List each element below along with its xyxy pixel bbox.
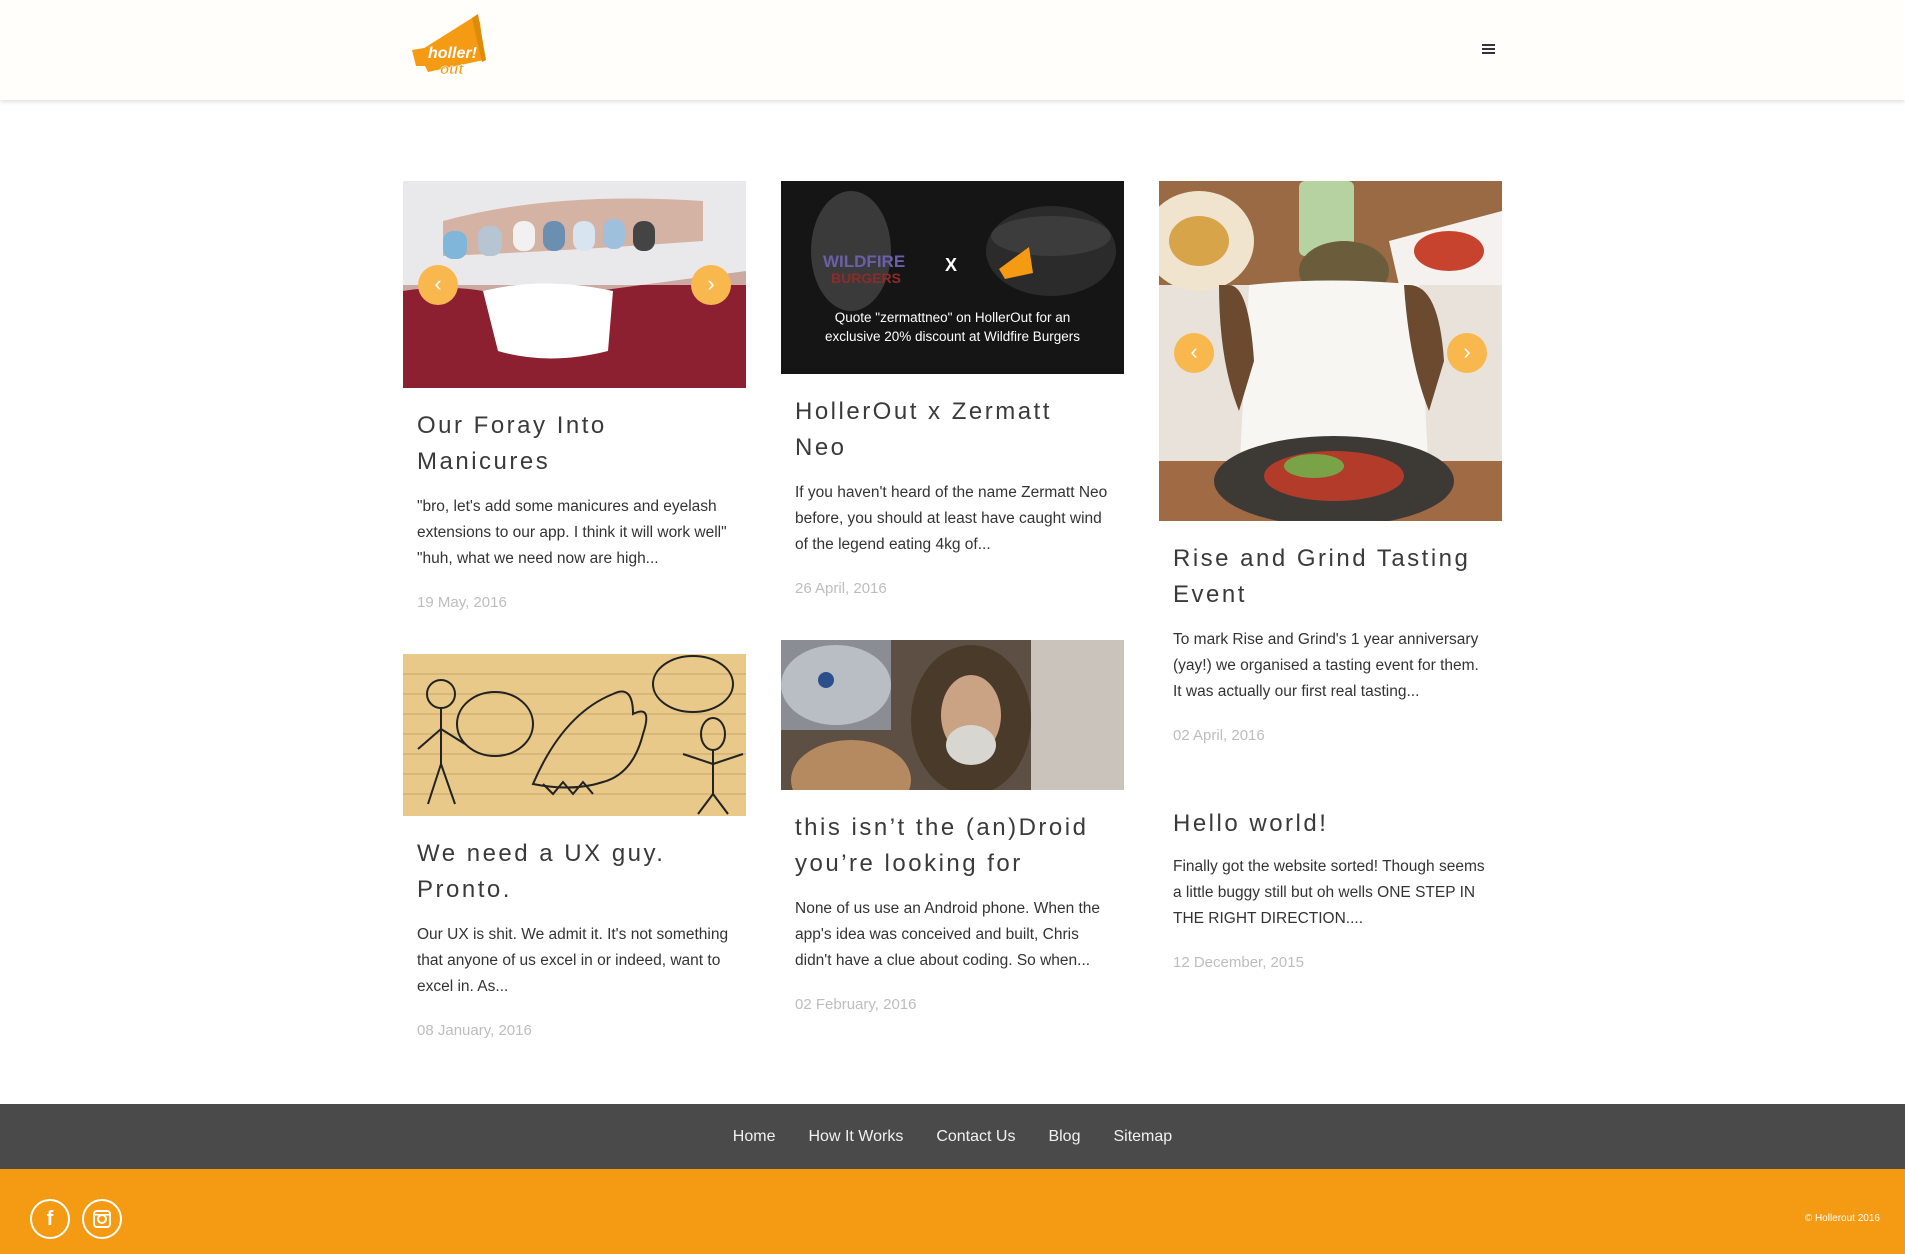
post-card: this isn’t the (an)Droid you’re looking … (781, 640, 1124, 1013)
post-card: Hello world! Finally got the website sor… (1159, 806, 1502, 971)
copyright-text: © Hollerout 2016 (1804, 1213, 1880, 1224)
post-title[interactable]: Our Foray Into Manicures (417, 408, 732, 480)
post-date: 26 April, 2016 (795, 580, 887, 597)
footer-link-blog[interactable]: Blog (1048, 1128, 1080, 1146)
star-wars-droid-image (781, 640, 1124, 790)
promo-caption: Quote "zermattneo" on HollerOut for an e… (824, 310, 1081, 344)
svg-text:BURGERS: BURGERS (831, 270, 901, 286)
post-excerpt: "bro, let's add some manicures and eyela… (417, 498, 727, 567)
post-title[interactable]: HollerOut x Zermatt Neo (795, 394, 1110, 466)
footer-link-home[interactable]: Home (733, 1128, 776, 1146)
post-date: 12 December, 2015 (1173, 954, 1304, 971)
post-date: 19 May, 2016 (417, 594, 507, 611)
footer-link-sitemap[interactable]: Sitemap (1113, 1128, 1172, 1146)
post-date: 02 February, 2016 (795, 996, 917, 1013)
instagram-icon[interactable] (82, 1199, 122, 1239)
carousel-prev-button[interactable]: ‹ (418, 265, 458, 305)
collab-x-label: X (945, 255, 958, 275)
site-header: holler! out (0, 0, 1905, 100)
post-image-carousel: ‹ › (403, 181, 746, 388)
svg-text:holler!: holler! (428, 45, 478, 62)
facebook-icon[interactable]: f (30, 1199, 70, 1239)
hollerout-logo[interactable]: holler! out (410, 10, 492, 78)
post-excerpt: None of us use an Android phone. When th… (795, 900, 1101, 969)
footer-link-contact-us[interactable]: Contact Us (936, 1128, 1015, 1146)
post-title[interactable]: this isn’t the (an)Droid you’re looking … (795, 810, 1110, 882)
post-excerpt: Our UX is shit. We admit it. It's not so… (417, 926, 729, 995)
footer-nav: Home How It Works Contact Us Blog Sitema… (0, 1104, 1905, 1169)
carousel-next-button[interactable]: › (691, 265, 731, 305)
post-date: 08 January, 2016 (417, 1022, 532, 1039)
carousel-prev-button[interactable]: ‹ (1174, 333, 1214, 373)
post-card: WILDFIRE BURGERS X Quote "zermattneo" on… (781, 181, 1124, 597)
post-excerpt: Finally got the website sorted! Though s… (1173, 858, 1485, 927)
post-card: ‹ › Rise and Grind Tasting Event To mark… (1159, 181, 1502, 744)
post-excerpt: If you haven't heard of the name Zermatt… (795, 484, 1108, 553)
post-image (403, 654, 746, 816)
post-image: WILDFIRE BURGERS X Quote "zermattneo" on… (781, 181, 1124, 374)
post-date: 02 April, 2016 (1173, 727, 1265, 744)
post-excerpt: To mark Rise and Grind's 1 year annivers… (1173, 631, 1479, 700)
post-title[interactable]: Hello world! (1173, 806, 1488, 842)
post-image-carousel: ‹ › (1159, 181, 1502, 521)
footer-bottom: f © Hollerout 2016 (0, 1169, 1905, 1254)
post-card: We need a UX guy. Pronto. Our UX is shit… (403, 654, 746, 1039)
post-title[interactable]: We need a UX guy. Pronto. (417, 836, 732, 908)
post-card: ‹ › Our Foray Into Manicures "bro, let's… (403, 181, 746, 611)
carousel-next-button[interactable]: › (1447, 333, 1487, 373)
post-title[interactable]: Rise and Grind Tasting Event (1173, 541, 1488, 613)
svg-text:out: out (440, 61, 464, 78)
svg-text:WILDFIRE: WILDFIRE (823, 252, 905, 271)
ux-sketch-image (403, 654, 746, 816)
hamburger-menu-icon[interactable] (1478, 40, 1498, 58)
footer-link-how-it-works[interactable]: How It Works (808, 1128, 903, 1146)
post-image (781, 640, 1124, 790)
